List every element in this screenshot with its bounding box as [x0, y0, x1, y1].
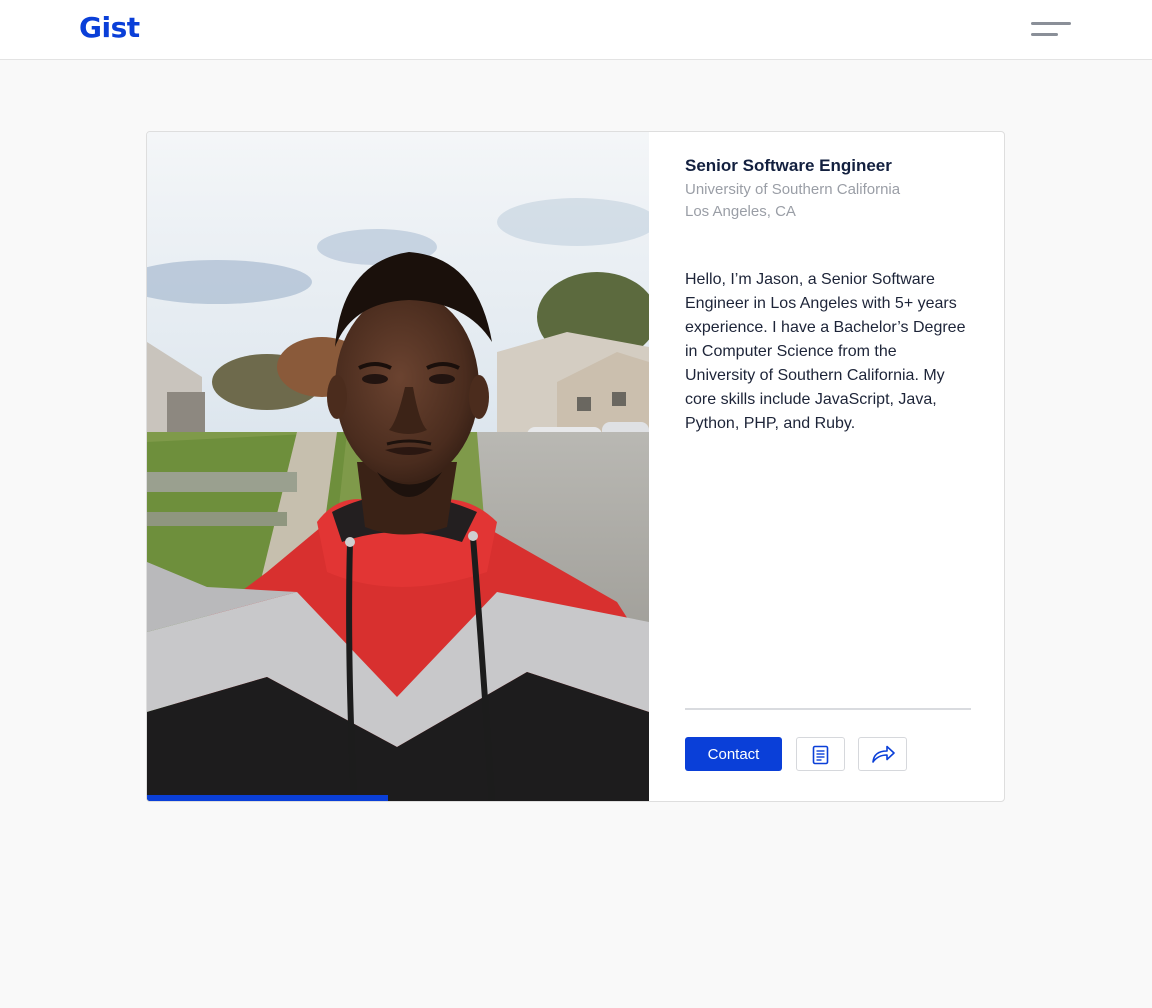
top-navbar: Gist	[0, 0, 1152, 60]
menu-bar-top	[1031, 22, 1071, 25]
resume-button[interactable]	[796, 737, 845, 771]
share-button[interactable]	[858, 737, 907, 771]
menu-bar-bottom	[1031, 33, 1058, 36]
document-icon	[812, 745, 829, 765]
job-title: Senior Software Engineer	[685, 156, 892, 175]
profile-details: Senior Software Engineer University of S…	[685, 132, 971, 801]
location-text: Los Angeles, CA	[685, 203, 796, 220]
photo-progress-fill	[147, 795, 388, 801]
bio-text: Hello, I’m Jason, a Senior Software Engi…	[685, 271, 966, 432]
profile-photo	[147, 132, 649, 801]
photo-progress-track	[147, 795, 649, 801]
profile-card: Senior Software Engineer University of S…	[146, 131, 1005, 802]
actions-divider	[685, 708, 971, 710]
school-name: University of Southern California	[685, 181, 901, 198]
gist-logo[interactable]: Gist	[79, 11, 140, 44]
share-arrow-icon	[872, 745, 895, 763]
hamburger-menu-icon[interactable]	[1026, 16, 1078, 44]
contact-button[interactable]: Contact	[685, 737, 782, 771]
